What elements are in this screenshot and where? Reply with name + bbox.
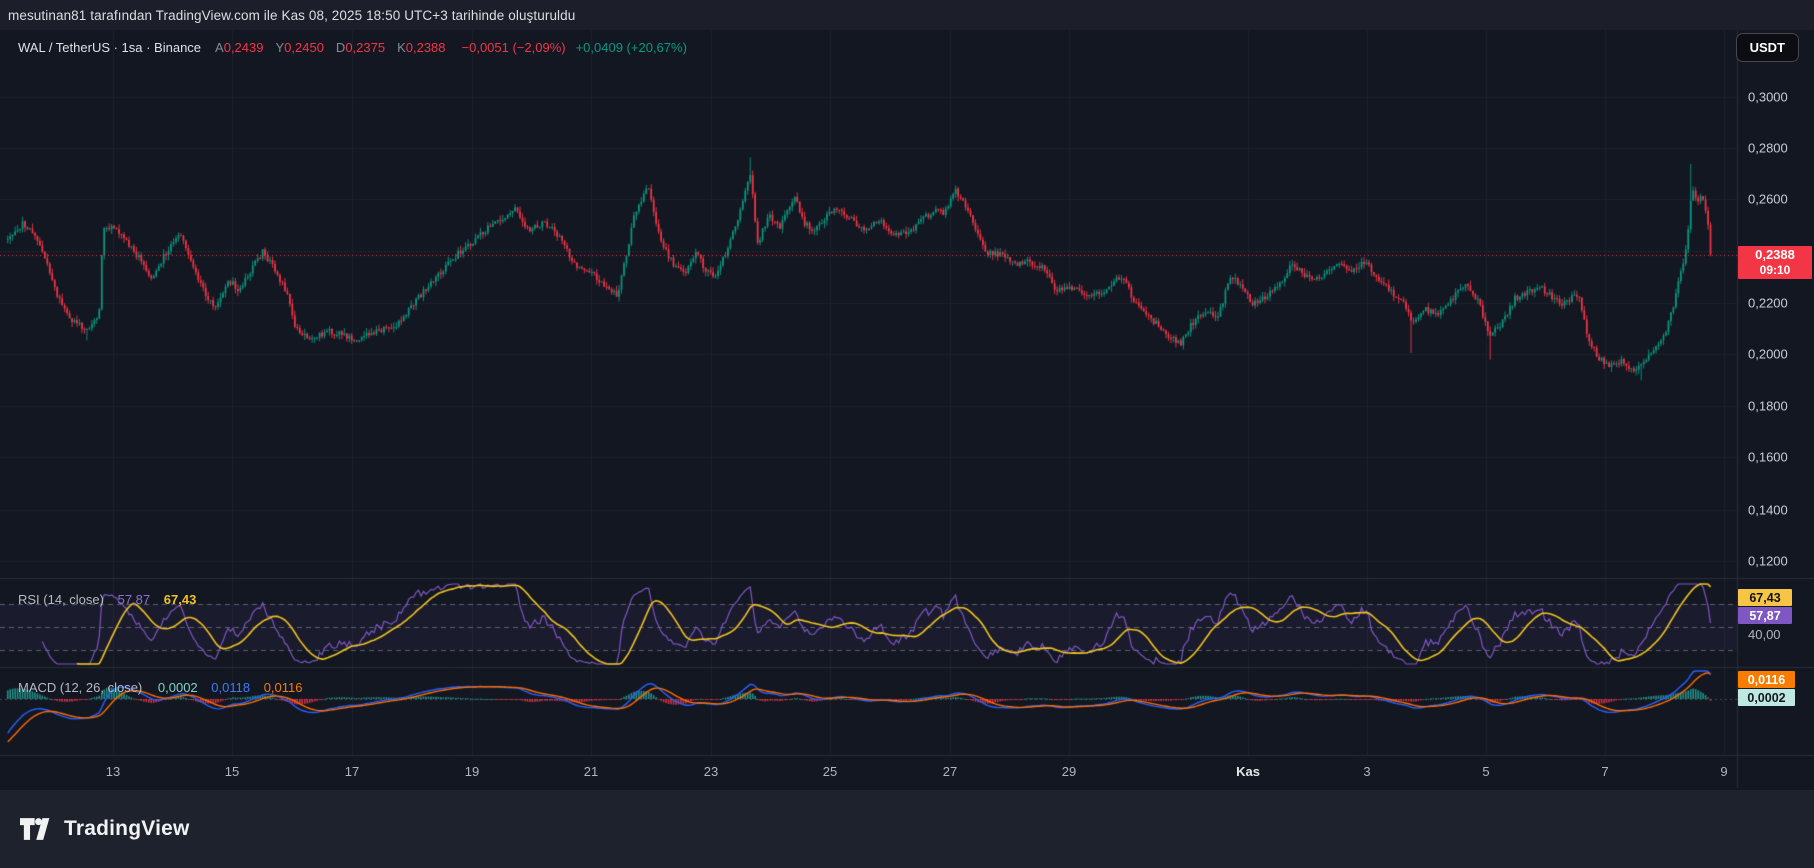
macd-signal-badge: 0,0116 [1738, 671, 1795, 688]
tradingview-chart-page: mesutinan81 tarafından TradingView.com i… [0, 0, 1814, 868]
rsi-line-badge: 57,87 [1738, 607, 1792, 624]
price-tick-label: 0,1600 [1748, 449, 1788, 465]
attribution-bar: mesutinan81 tarafından TradingView.com i… [0, 0, 1814, 30]
price-tick-label: 0,2600 [1748, 191, 1788, 207]
rsi-legend: RSI (14, close) 57,87 67,43 [18, 592, 196, 607]
last-price-badge: 0,2388 09:10 [1738, 246, 1812, 279]
time-tick-label: 15 [224, 764, 240, 779]
time-tick-label: 5 [1482, 764, 1490, 779]
time-tick-label: 7 [1601, 764, 1609, 779]
macd-hist-value: 0,0002 [157, 680, 198, 695]
time-tick-label: 9 [1720, 764, 1728, 779]
tradingview-logo-icon [20, 818, 54, 840]
time-tick-label: 27 [942, 764, 958, 779]
price-tick-label: 0,1400 [1748, 502, 1788, 518]
symbol-legend: WAL / TetherUS · 1sa · Binance A0,2439 Y… [18, 40, 687, 55]
rsi-line-value: 57,87 [117, 592, 151, 607]
macd-title[interactable]: MACD (12, 26, close) [18, 680, 142, 695]
bar-countdown: 09:10 [1759, 263, 1791, 277]
time-tick-label: 23 [703, 764, 719, 779]
macd-hist-badge: 0,0002 [1738, 689, 1795, 706]
price-tick-label: 0,1800 [1748, 398, 1788, 414]
high-value: 0,2450 [284, 40, 324, 55]
attribution-text: mesutinan81 tarafından TradingView.com i… [8, 7, 576, 23]
low-value: 0,2375 [345, 40, 386, 55]
time-tick-label: 21 [583, 764, 599, 779]
price-axis[interactable]: 0,3000 0,2800 0,2600 0,2200 0,2000 0,1800 0,16… [1738, 30, 1814, 755]
symbol-title[interactable]: WAL / TetherUS · 1sa · Binance [18, 40, 201, 55]
time-tick-label: 29 [1061, 764, 1077, 779]
price-tick-label: 0,3000 [1748, 89, 1788, 105]
footer-bar: TradingView [0, 790, 1814, 868]
tradingview-logo[interactable]: TradingView [20, 817, 190, 841]
rsi-title[interactable]: RSI (14, close) [18, 592, 104, 607]
price-tick-label: 0,2800 [1748, 140, 1788, 156]
time-tick-label: 3 [1363, 764, 1371, 779]
price-tick-label: 0,2000 [1748, 346, 1788, 362]
close-label: K [397, 40, 406, 55]
close-value: 0,2388 [405, 40, 446, 55]
open-value: 0,2439 [223, 40, 264, 55]
rsi-ma-value: 67,43 [163, 592, 197, 607]
macd-line-value: 0,0118 [211, 680, 251, 695]
time-tick-label: Kas [1236, 764, 1260, 779]
time-tick-label: 19 [464, 764, 480, 779]
price-tick-label: 0,2200 [1748, 295, 1788, 311]
tradingview-wordmark: TradingView [64, 817, 190, 840]
low-label: D [335, 40, 346, 55]
last-price-value: 0,2388 [1755, 247, 1795, 262]
high-label: Y [275, 40, 285, 55]
rsi-level-label: 40,00 [1748, 627, 1781, 642]
price-tick-label: 0,1200 [1748, 553, 1788, 569]
time-tick-label: 25 [822, 764, 838, 779]
open-label: A [215, 40, 224, 55]
time-tick-label: 13 [105, 764, 121, 779]
time-tick-label: 17 [344, 764, 360, 779]
rsi-ma-badge: 67,43 [1738, 589, 1792, 606]
extended-change-value: +0,0409 (+20,67%) [575, 40, 687, 55]
chart-canvas[interactable] [0, 0, 1814, 868]
change-value: −0,0051 (−2,09%) [461, 40, 566, 55]
macd-signal-value: 0,0116 [263, 680, 303, 695]
macd-legend: MACD (12, 26, close) 0,0002 0,0118 0,011… [18, 680, 303, 695]
time-axis[interactable]: 13 15 17 19 21 23 25 27 29 Kas 3 5 7 9 [0, 756, 1737, 788]
currency-toggle-button[interactable]: USDT [1735, 33, 1799, 62]
